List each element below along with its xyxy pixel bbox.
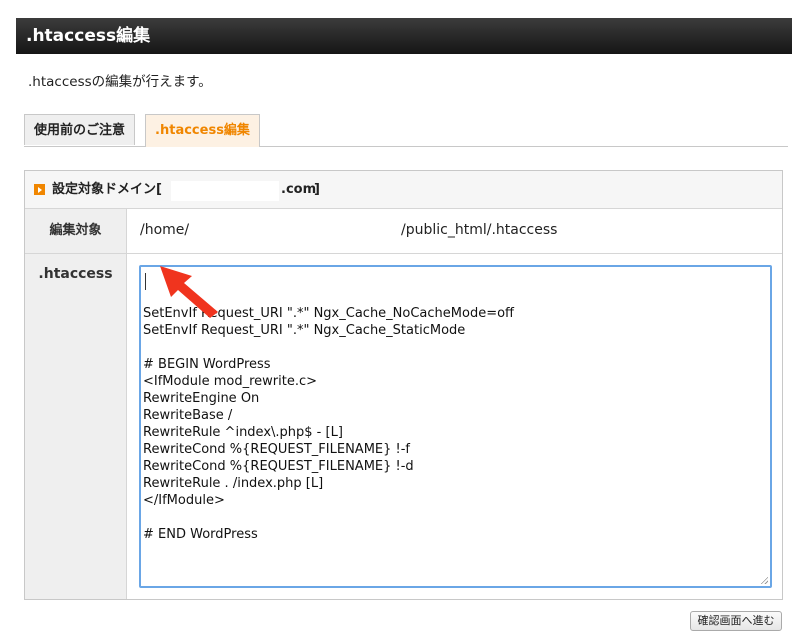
domain-close-bracket: ] (314, 182, 320, 197)
page-description: .htaccessの編集が行えます。 (28, 74, 212, 90)
target-row: 編集対象 /home/ /public_html/.htaccess (25, 209, 782, 254)
target-label: 編集対象 (25, 209, 127, 253)
resize-handle[interactable] (760, 576, 768, 584)
domain-header: 設定対象ドメイン[ .com ] (25, 171, 782, 209)
editor-row: .htaccess SetEnvIf Request_URI ".*" Ngx_… (25, 254, 782, 599)
settings-panel: 設定対象ドメイン[ .com ] 編集対象 /home/ /public_htm… (24, 170, 783, 600)
page-title: .htaccess編集 (16, 18, 792, 54)
domain-redaction (171, 181, 279, 201)
target-path-start: /home/ (140, 222, 190, 238)
confirm-button[interactable]: 確認画面へ進む (690, 611, 782, 631)
tab-precautions[interactable]: 使用前のご注意 (24, 114, 135, 145)
annotation-arrow-icon (160, 266, 218, 318)
domain-label: 設定対象ドメイン[ (52, 182, 162, 197)
orange-arrow-icon (34, 184, 45, 195)
tab-htaccess-edit[interactable]: .htaccess編集 (145, 114, 260, 147)
text-cursor (145, 273, 146, 290)
editor-label: .htaccess (25, 254, 127, 599)
domain-suffix: .com (281, 182, 317, 197)
tab-bar: 使用前のご注意 .htaccess編集 (24, 114, 788, 147)
target-path-end: /public_html/.htaccess (401, 222, 558, 238)
htaccess-content: SetEnvIf Request_URI ".*" Ngx_Cache_NoCa… (143, 306, 515, 542)
htaccess-textarea[interactable]: SetEnvIf Request_URI ".*" Ngx_Cache_NoCa… (139, 265, 772, 588)
